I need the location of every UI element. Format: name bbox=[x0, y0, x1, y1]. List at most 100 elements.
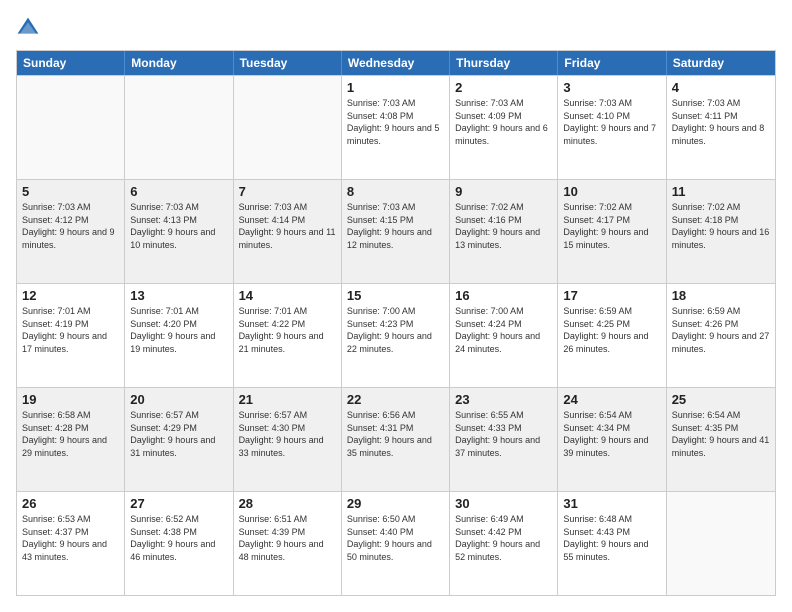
calendar-cell: 16Sunrise: 7:00 AM Sunset: 4:24 PM Dayli… bbox=[450, 284, 558, 387]
calendar-row: 1 Sunrise: 7:03 AM Sunset: 4:08 PM Daylig… bbox=[17, 75, 775, 179]
calendar-cell bbox=[234, 76, 342, 179]
day-number: 26 bbox=[22, 496, 119, 511]
calendar-cell: 31Sunrise: 6:48 AM Sunset: 4:43 PM Dayli… bbox=[558, 492, 666, 595]
cell-info: Sunrise: 7:02 AM Sunset: 4:16 PM Dayligh… bbox=[455, 201, 552, 251]
cell-info: Sunrise: 6:59 AM Sunset: 4:26 PM Dayligh… bbox=[672, 305, 770, 355]
cell-info: Sunrise: 7:03 AM Sunset: 4:10 PM Dayligh… bbox=[563, 97, 660, 147]
calendar: SundayMondayTuesdayWednesdayThursdayFrid… bbox=[16, 50, 776, 596]
day-number: 12 bbox=[22, 288, 119, 303]
weekday-header: Wednesday bbox=[342, 51, 450, 75]
calendar-cell: 14 Sunrise: 7:01 AM Sunset: 4:22 PM Dayli… bbox=[234, 284, 342, 387]
calendar-cell: 6 Sunrise: 7:03 AM Sunset: 4:13 PM Daylig… bbox=[125, 180, 233, 283]
calendar-cell: 3 Sunrise: 7:03 AM Sunset: 4:10 PM Daylig… bbox=[558, 76, 666, 179]
day-number: 6 bbox=[130, 184, 227, 199]
page: SundayMondayTuesdayWednesdayThursdayFrid… bbox=[0, 0, 792, 612]
header bbox=[16, 16, 776, 40]
calendar-cell: 11 Sunrise: 7:02 AM Sunset: 4:18 PM Dayli… bbox=[667, 180, 775, 283]
cell-info: Sunrise: 7:02 AM Sunset: 4:17 PM Dayligh… bbox=[563, 201, 660, 251]
calendar-cell: 12 Sunrise: 7:01 AM Sunset: 4:19 PM Dayli… bbox=[17, 284, 125, 387]
calendar-cell: 25 Sunrise: 6:54 AM Sunset: 4:35 PM Dayli… bbox=[667, 388, 775, 491]
calendar-cell: 9 Sunrise: 7:02 AM Sunset: 4:16 PM Daylig… bbox=[450, 180, 558, 283]
cell-info: Sunrise: 6:59 AM Sunset: 4:25 PM Dayligh… bbox=[563, 305, 660, 355]
day-number: 11 bbox=[672, 184, 770, 199]
calendar-cell: 29Sunrise: 6:50 AM Sunset: 4:40 PM Dayli… bbox=[342, 492, 450, 595]
calendar-cell: 15 Sunrise: 7:00 AM Sunset: 4:23 PM Dayli… bbox=[342, 284, 450, 387]
logo bbox=[16, 16, 44, 40]
logo-icon bbox=[16, 16, 40, 40]
calendar-cell: 23 Sunrise: 6:55 AM Sunset: 4:33 PM Dayli… bbox=[450, 388, 558, 491]
calendar-cell: 18 Sunrise: 6:59 AM Sunset: 4:26 PM Dayli… bbox=[667, 284, 775, 387]
cell-info: Sunrise: 7:01 AM Sunset: 4:19 PM Dayligh… bbox=[22, 305, 119, 355]
day-number: 22 bbox=[347, 392, 444, 407]
cell-info: Sunrise: 7:02 AM Sunset: 4:18 PM Dayligh… bbox=[672, 201, 770, 251]
cell-info: Sunrise: 7:00 AM Sunset: 4:23 PM Dayligh… bbox=[347, 305, 444, 355]
day-number: 28 bbox=[239, 496, 336, 511]
cell-info: Sunrise: 6:57 AM Sunset: 4:29 PM Dayligh… bbox=[130, 409, 227, 459]
day-number: 3 bbox=[563, 80, 660, 95]
weekday-header: Monday bbox=[125, 51, 233, 75]
calendar-cell: 1 Sunrise: 7:03 AM Sunset: 4:08 PM Daylig… bbox=[342, 76, 450, 179]
calendar-cell bbox=[17, 76, 125, 179]
weekday-header: Saturday bbox=[667, 51, 775, 75]
weekday-header: Sunday bbox=[17, 51, 125, 75]
calendar-cell: 19 Sunrise: 6:58 AM Sunset: 4:28 PM Dayli… bbox=[17, 388, 125, 491]
cell-info: Sunrise: 6:56 AM Sunset: 4:31 PM Dayligh… bbox=[347, 409, 444, 459]
cell-info: Sunrise: 7:01 AM Sunset: 4:20 PM Dayligh… bbox=[130, 305, 227, 355]
calendar-cell: 17 Sunrise: 6:59 AM Sunset: 4:25 PM Dayli… bbox=[558, 284, 666, 387]
cell-info: Sunrise: 6:58 AM Sunset: 4:28 PM Dayligh… bbox=[22, 409, 119, 459]
cell-info: Sunrise: 6:51 AM Sunset: 4:39 PM Dayligh… bbox=[239, 513, 336, 563]
calendar-cell: 21 Sunrise: 6:57 AM Sunset: 4:30 PM Dayli… bbox=[234, 388, 342, 491]
day-number: 1 bbox=[347, 80, 444, 95]
cell-info: Sunrise: 6:57 AM Sunset: 4:30 PM Dayligh… bbox=[239, 409, 336, 459]
cell-info: Sunrise: 7:03 AM Sunset: 4:13 PM Dayligh… bbox=[130, 201, 227, 251]
cell-info: Sunrise: 7:03 AM Sunset: 4:14 PM Dayligh… bbox=[239, 201, 336, 251]
calendar-body: 1 Sunrise: 7:03 AM Sunset: 4:08 PM Daylig… bbox=[17, 75, 775, 595]
day-number: 27 bbox=[130, 496, 227, 511]
cell-info: Sunrise: 7:03 AM Sunset: 4:15 PM Dayligh… bbox=[347, 201, 444, 251]
calendar-cell: 20 Sunrise: 6:57 AM Sunset: 4:29 PM Dayli… bbox=[125, 388, 233, 491]
calendar-row: 12 Sunrise: 7:01 AM Sunset: 4:19 PM Dayli… bbox=[17, 283, 775, 387]
cell-info: Sunrise: 7:03 AM Sunset: 4:11 PM Dayligh… bbox=[672, 97, 770, 147]
calendar-row: 19 Sunrise: 6:58 AM Sunset: 4:28 PM Dayli… bbox=[17, 387, 775, 491]
cell-info: Sunrise: 6:53 AM Sunset: 4:37 PM Dayligh… bbox=[22, 513, 119, 563]
day-number: 19 bbox=[22, 392, 119, 407]
calendar-cell: 2Sunrise: 7:03 AM Sunset: 4:09 PM Daylig… bbox=[450, 76, 558, 179]
day-number: 25 bbox=[672, 392, 770, 407]
day-number: 8 bbox=[347, 184, 444, 199]
cell-info: Sunrise: 6:52 AM Sunset: 4:38 PM Dayligh… bbox=[130, 513, 227, 563]
day-number: 15 bbox=[347, 288, 444, 303]
day-number: 24 bbox=[563, 392, 660, 407]
calendar-cell: 27 Sunrise: 6:52 AM Sunset: 4:38 PM Dayli… bbox=[125, 492, 233, 595]
cell-info: Sunrise: 6:54 AM Sunset: 4:35 PM Dayligh… bbox=[672, 409, 770, 459]
calendar-row: 26 Sunrise: 6:53 AM Sunset: 4:37 PM Dayli… bbox=[17, 491, 775, 595]
calendar-cell: 13Sunrise: 7:01 AM Sunset: 4:20 PM Dayli… bbox=[125, 284, 233, 387]
calendar-cell: 28 Sunrise: 6:51 AM Sunset: 4:39 PM Dayli… bbox=[234, 492, 342, 595]
calendar-cell bbox=[667, 492, 775, 595]
day-number: 14 bbox=[239, 288, 336, 303]
calendar-cell: 24 Sunrise: 6:54 AM Sunset: 4:34 PM Dayli… bbox=[558, 388, 666, 491]
cell-info: Sunrise: 6:55 AM Sunset: 4:33 PM Dayligh… bbox=[455, 409, 552, 459]
calendar-cell: 4 Sunrise: 7:03 AM Sunset: 4:11 PM Daylig… bbox=[667, 76, 775, 179]
cell-info: Sunrise: 6:54 AM Sunset: 4:34 PM Dayligh… bbox=[563, 409, 660, 459]
calendar-cell bbox=[125, 76, 233, 179]
day-number: 21 bbox=[239, 392, 336, 407]
weekday-header: Friday bbox=[558, 51, 666, 75]
day-number: 23 bbox=[455, 392, 552, 407]
cell-info: Sunrise: 7:03 AM Sunset: 4:08 PM Dayligh… bbox=[347, 97, 444, 147]
calendar-cell: 7Sunrise: 7:03 AM Sunset: 4:14 PM Daylig… bbox=[234, 180, 342, 283]
cell-info: Sunrise: 7:01 AM Sunset: 4:22 PM Dayligh… bbox=[239, 305, 336, 355]
day-number: 20 bbox=[130, 392, 227, 407]
day-number: 4 bbox=[672, 80, 770, 95]
calendar-cell: 5Sunrise: 7:03 AM Sunset: 4:12 PM Daylig… bbox=[17, 180, 125, 283]
cell-info: Sunrise: 6:48 AM Sunset: 4:43 PM Dayligh… bbox=[563, 513, 660, 563]
day-number: 2 bbox=[455, 80, 552, 95]
day-number: 17 bbox=[563, 288, 660, 303]
day-number: 9 bbox=[455, 184, 552, 199]
day-number: 18 bbox=[672, 288, 770, 303]
calendar-cell: 8 Sunrise: 7:03 AM Sunset: 4:15 PM Daylig… bbox=[342, 180, 450, 283]
weekday-header: Tuesday bbox=[234, 51, 342, 75]
calendar-cell: 26 Sunrise: 6:53 AM Sunset: 4:37 PM Dayli… bbox=[17, 492, 125, 595]
calendar-cell: 30Sunrise: 6:49 AM Sunset: 4:42 PM Dayli… bbox=[450, 492, 558, 595]
cell-info: Sunrise: 6:50 AM Sunset: 4:40 PM Dayligh… bbox=[347, 513, 444, 563]
calendar-header: SundayMondayTuesdayWednesdayThursdayFrid… bbox=[17, 51, 775, 75]
